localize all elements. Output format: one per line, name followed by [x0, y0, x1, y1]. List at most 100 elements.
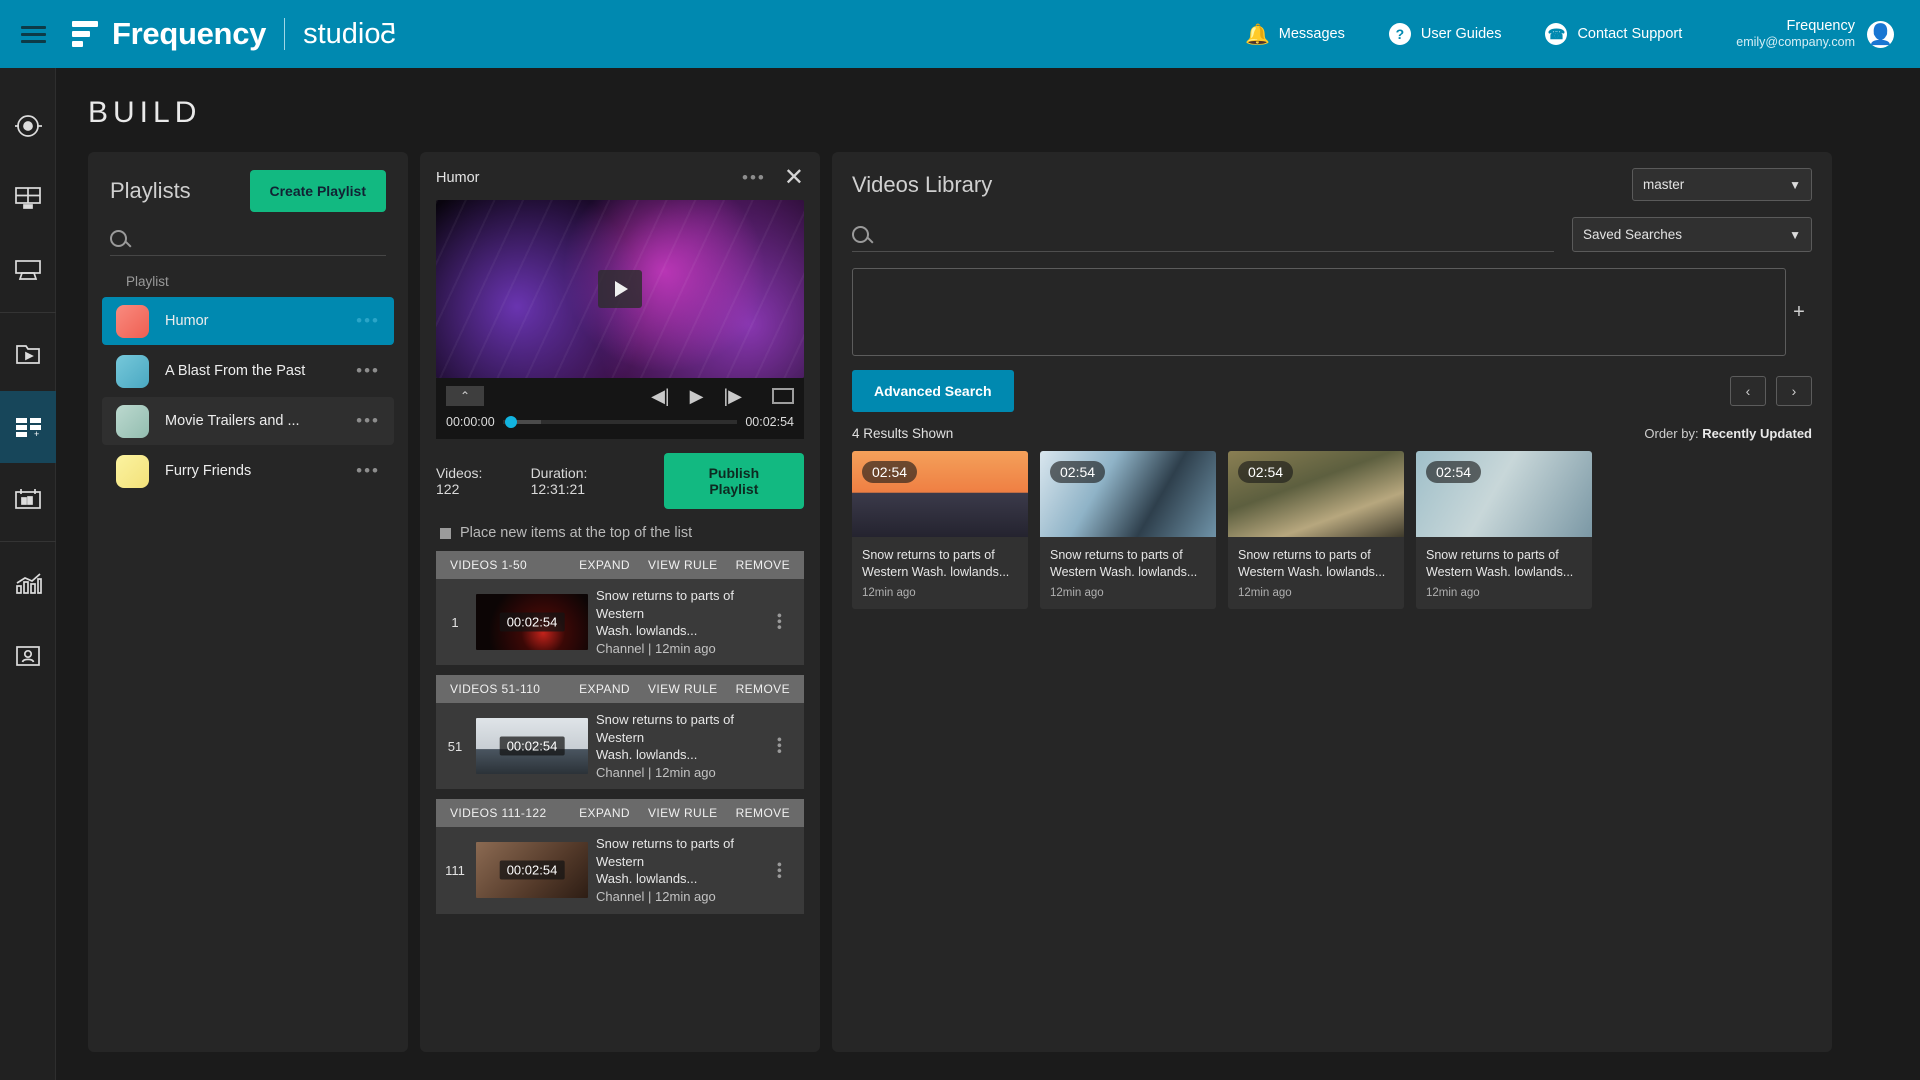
video-kebab-icon[interactable]: ••• [766, 613, 794, 631]
playlist-item-movie-trailers[interactable]: Movie Trailers and ... ••• [102, 397, 394, 445]
advanced-search-button[interactable]: Advanced Search [852, 370, 1014, 412]
video-card-duration: 02:54 [1426, 461, 1482, 483]
playlist-item-label: A Blast From the Past [165, 363, 306, 379]
expand-up-button[interactable]: ⌃ [446, 386, 484, 406]
nav-contact-support[interactable]: ☎ Contact Support [1545, 23, 1682, 45]
sidebar-item-schedule[interactable] [0, 463, 56, 535]
place-new-items-toggle[interactable]: Place new items at the top of the list [420, 509, 820, 551]
close-icon[interactable]: ✕ [784, 166, 804, 190]
user-account-menu[interactable]: Frequency emily@company.com 👤 [1736, 17, 1894, 51]
results-row: 4 Results Shown Order by: Recently Updat… [832, 412, 1832, 441]
video-title-line-2: Wash. lowlands... [596, 623, 698, 639]
master-select-value: master [1643, 177, 1685, 192]
play-button[interactable]: ▶ [690, 387, 704, 405]
sidebar-item-devices[interactable] [0, 234, 56, 306]
playlist-item-blast-from-the-past[interactable]: A Blast From the Past ••• [102, 347, 394, 395]
expand-link[interactable]: EXPAND [579, 682, 630, 696]
video-card[interactable]: 02:54 Snow returns to parts of Western W… [1228, 451, 1404, 609]
order-by[interactable]: Order by: Recently Updated [1644, 426, 1812, 441]
playlist-item-humor[interactable]: Humor ••• [102, 297, 394, 345]
scrubber-handle[interactable] [504, 416, 517, 428]
video-list-item[interactable]: 1 00:02:54 Snow returns to parts of West… [436, 579, 804, 666]
playlist-kebab-icon[interactable]: ••• [356, 311, 380, 331]
sidebar-item-build[interactable]: + [0, 391, 56, 463]
sidebar-item-video-library[interactable] [0, 319, 56, 391]
video-thumbnail: 00:02:54 [476, 842, 588, 899]
player-header-actions: ••• ✕ [742, 166, 804, 190]
play-overlay-button[interactable] [598, 270, 642, 308]
video-index: 111 [445, 862, 465, 878]
previous-frame-button[interactable]: ◀| [651, 387, 670, 405]
checkbox-icon[interactable] [440, 527, 451, 539]
video-kebab-icon[interactable]: ••• [766, 862, 794, 880]
video-card-duration: 02:54 [1238, 461, 1294, 483]
top-nav: 🔔 Messages ? User Guides ☎ Contact Suppo… [1245, 17, 1920, 51]
video-card-image: 02:54 [1416, 451, 1592, 537]
video-preview[interactable] [436, 200, 804, 378]
prev-page-button[interactable]: ‹ [1730, 376, 1766, 406]
view-rule-link[interactable]: VIEW RULE [648, 806, 718, 820]
master-select[interactable]: master ▼ [1632, 168, 1812, 201]
question-icon: ? [1388, 23, 1411, 45]
hamburger-menu-icon[interactable] [0, 25, 66, 43]
sidebar-item-analytics[interactable] [0, 548, 56, 620]
video-card[interactable]: 02:54 Snow returns to parts of Western W… [1040, 451, 1216, 609]
playlist-kebab-icon[interactable]: ••• [356, 361, 380, 381]
nav-contact-support-label: Contact Support [1577, 26, 1683, 42]
brand-subtitle: studio5 [303, 18, 397, 51]
video-card-age: 12min ago [1426, 587, 1480, 599]
advanced-search-row: Advanced Search ‹ › [832, 356, 1832, 412]
video-list-item[interactable]: 111 00:02:54 Snow returns to parts of We… [436, 827, 804, 914]
filter-tags-box[interactable] [852, 268, 1786, 356]
video-meta: Channel | 12min ago [596, 764, 716, 780]
video-kebab-icon[interactable]: ••• [766, 737, 794, 755]
next-frame-button[interactable]: |▶ [723, 387, 742, 405]
sidebar-item-account[interactable] [0, 620, 56, 692]
video-thumbnail: 00:02:54 [476, 594, 588, 651]
playlist-kebab-icon[interactable]: ••• [356, 461, 380, 481]
video-title-line-1: Snow returns to parts of Western [596, 712, 735, 745]
user-text: Frequency emily@company.com [1736, 17, 1855, 51]
brand-divider [284, 18, 286, 50]
scrubber-track[interactable] [502, 416, 738, 428]
playlists-search[interactable] [110, 230, 386, 256]
user-name: Frequency [1786, 18, 1855, 35]
video-list-item[interactable]: 51 00:02:54 Snow returns to parts of Wes… [436, 703, 804, 790]
library-search[interactable] [852, 226, 1554, 252]
playlist-thumbnail [116, 404, 149, 438]
sidebar-item-live[interactable] [0, 90, 56, 162]
fullscreen-icon[interactable] [772, 388, 794, 404]
video-card[interactable]: 02:54 Snow returns to parts of Western W… [852, 451, 1028, 609]
library-search-input[interactable] [879, 226, 1554, 243]
nav-messages[interactable]: 🔔 Messages [1245, 23, 1345, 46]
add-filter-icon[interactable]: + [1786, 268, 1812, 356]
video-index: 51 [447, 738, 463, 754]
view-rule-link[interactable]: VIEW RULE [648, 682, 718, 696]
expand-link[interactable]: EXPAND [579, 558, 630, 572]
playlist-item-furry-friends[interactable]: Furry Friends ••• [102, 447, 394, 495]
remove-link[interactable]: REMOVE [736, 558, 790, 572]
remove-link[interactable]: REMOVE [736, 682, 790, 696]
library-title: Videos Library [852, 171, 993, 197]
remove-link[interactable]: REMOVE [736, 806, 790, 820]
publish-playlist-button[interactable]: Publish Playlist [663, 453, 804, 509]
video-card[interactable]: 02:54 Snow returns to parts of Western W… [1416, 451, 1592, 609]
playlist-search-input[interactable] [137, 230, 386, 247]
player-kebab-icon[interactable]: ••• [742, 168, 766, 188]
sidebar-item-screens[interactable] [0, 162, 56, 234]
playlist-kebab-icon[interactable]: ••• [356, 411, 380, 431]
saved-searches-select[interactable]: Saved Searches ▼ [1572, 217, 1812, 252]
create-playlist-button[interactable]: Create Playlist [249, 170, 386, 212]
video-thumbnail: 00:02:54 [476, 718, 588, 775]
expand-link[interactable]: EXPAND [579, 806, 630, 820]
next-page-button[interactable]: › [1776, 376, 1812, 406]
nav-user-guides[interactable]: ? User Guides [1388, 23, 1501, 45]
video-group-actions: EXPAND VIEW RULE REMOVE [579, 806, 790, 820]
brand-sub-text: studio [303, 17, 381, 50]
brand-name: Frequency [112, 16, 267, 51]
left-nav-rail: + [0, 68, 56, 1080]
device-icon [14, 260, 41, 280]
library-header: Videos Library master ▼ [832, 152, 1832, 201]
view-rule-link[interactable]: VIEW RULE [648, 558, 718, 572]
video-group-actions: EXPAND VIEW RULE REMOVE [579, 558, 790, 572]
